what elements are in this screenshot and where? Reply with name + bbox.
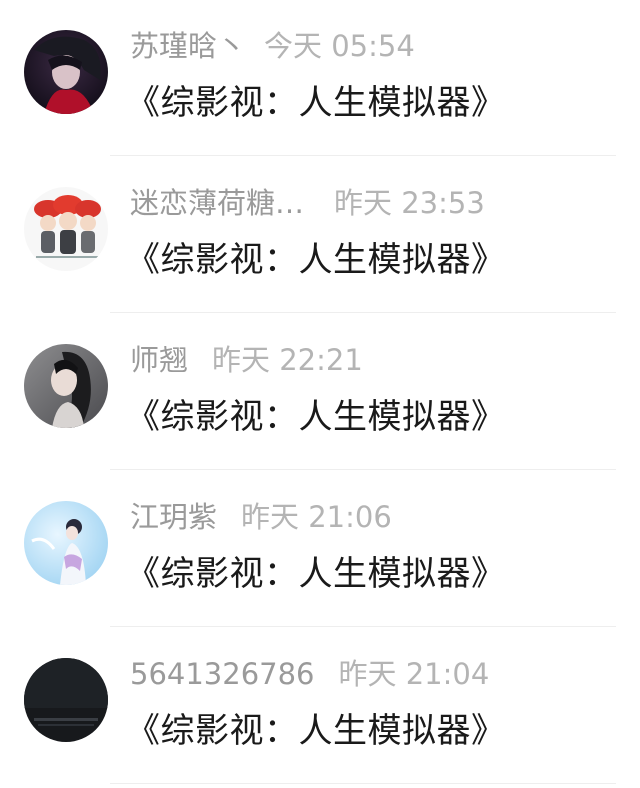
comment-item[interactable]: 5641326786 昨天 21:04 《综影视：人生模拟器》 — [0, 628, 640, 784]
comment-meta: 5641326786 昨天 21:04 — [130, 652, 489, 696]
timestamp: 昨天 21:06 — [241, 500, 392, 534]
timestamp: 昨天 23:53 — [334, 186, 485, 220]
timestamp: 昨天 21:04 — [338, 657, 490, 691]
comment-meta: 迷恋薄荷糖… 昨天 23:53 — [130, 181, 485, 225]
comment-text: 《综影视：人生模拟器》 — [126, 711, 506, 751]
woman-portrait-avatar-icon[interactable] — [24, 344, 108, 428]
user-name[interactable]: 苏瑾晗丶 — [130, 29, 246, 63]
comment-item[interactable]: 江玥紫 昨天 21:06 《综影视：人生模拟器》 — [0, 471, 640, 627]
comment-meta: 江玥紫 昨天 21:06 — [130, 495, 392, 539]
dark-avatar-icon[interactable] — [24, 658, 108, 742]
user-name[interactable]: 5641326786 — [130, 657, 315, 691]
comment-list: 苏瑾晗丶 今天 05:54 《综影视：人生模拟器》 迷恋薄荷糖… 昨天 23:53 — [0, 0, 640, 788]
comment-text: 《综影视：人生模拟器》 — [126, 554, 506, 594]
fairy-illustration-avatar-icon[interactable] — [24, 501, 108, 585]
red-robed-character-avatar-icon[interactable] — [24, 30, 108, 114]
divider — [110, 155, 616, 156]
comment-item[interactable]: 师翘 昨天 22:21 《综影视：人生模拟器》 — [0, 314, 640, 470]
divider — [110, 783, 616, 784]
timestamp: 昨天 22:21 — [212, 343, 363, 377]
user-name[interactable]: 师翘 — [130, 343, 188, 377]
divider — [110, 469, 616, 470]
user-name[interactable]: 迷恋薄荷糖… — [130, 186, 304, 220]
divider — [110, 626, 616, 627]
comment-meta: 苏瑾晗丶 今天 05:54 — [130, 24, 415, 68]
comment-text: 《综影视：人生模拟器》 — [126, 240, 506, 280]
user-name[interactable]: 江玥紫 — [130, 500, 217, 534]
comment-item[interactable]: 迷恋薄荷糖… 昨天 23:53 《综影视：人生模拟器》 — [0, 157, 640, 313]
cartoon-girls-avatar-icon[interactable] — [24, 187, 108, 271]
timestamp: 今天 05:54 — [264, 29, 415, 63]
divider — [110, 312, 616, 313]
comment-meta: 师翘 昨天 22:21 — [130, 338, 363, 382]
comment-item[interactable]: 苏瑾晗丶 今天 05:54 《综影视：人生模拟器》 — [0, 0, 640, 156]
comment-text: 《综影视：人生模拟器》 — [126, 83, 506, 123]
comment-text: 《综影视：人生模拟器》 — [126, 397, 506, 437]
